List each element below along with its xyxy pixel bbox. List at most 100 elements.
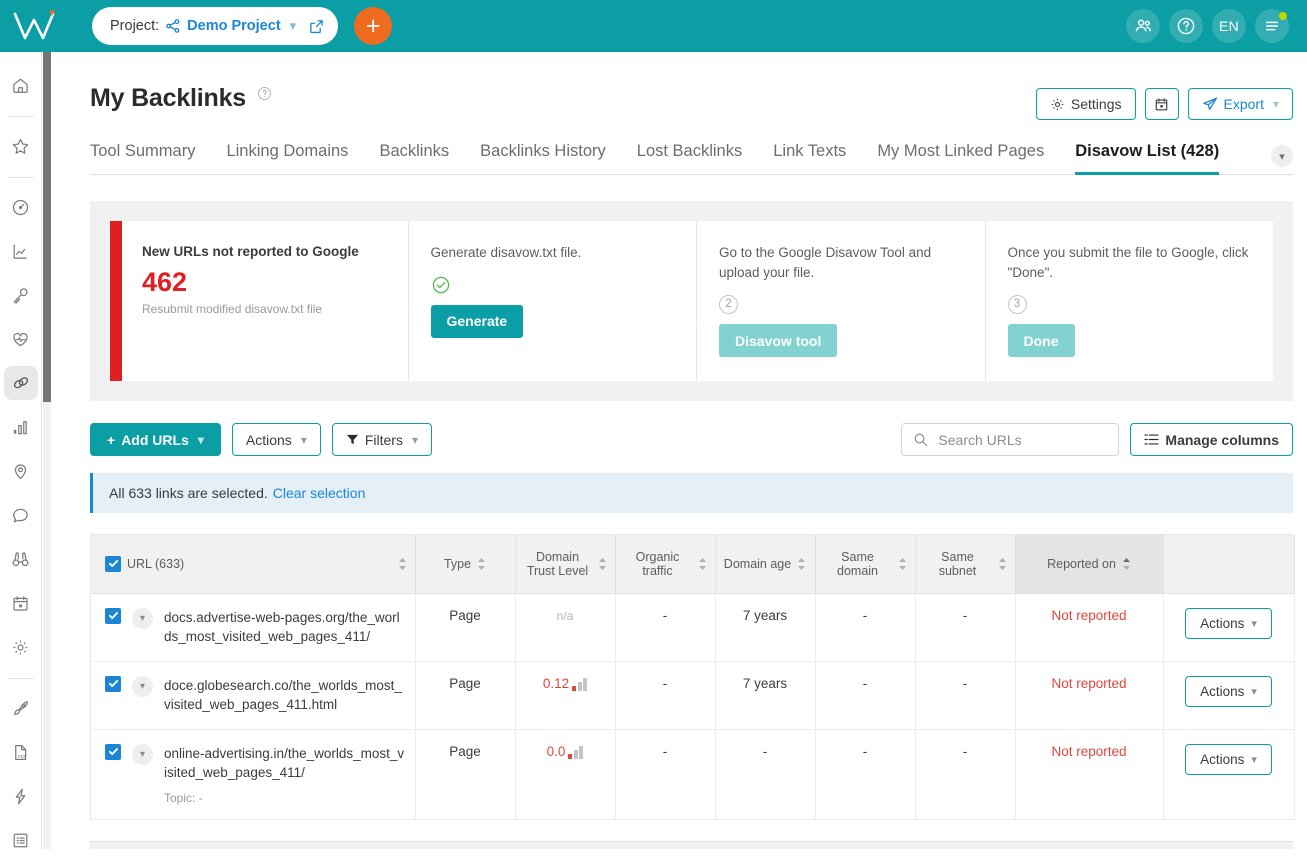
export-button[interactable]: Export ▾ xyxy=(1187,88,1293,120)
row-checkbox[interactable] xyxy=(105,675,121,692)
calendar-icon xyxy=(1154,97,1169,112)
sidebar-item-rank-tracking[interactable] xyxy=(4,234,38,268)
column-header-same-domain[interactable]: Same domain xyxy=(815,535,916,594)
column-header-url[interactable]: URL (633) xyxy=(91,535,416,594)
tabs-overflow-chevron-down-icon[interactable]: ▾ xyxy=(1271,145,1293,167)
table-row: ▾ docs.advertise-web-pages.org/the_world… xyxy=(91,593,1295,662)
row-actions-button[interactable]: Actions ▾ xyxy=(1185,675,1272,707)
sidebar-item-messages[interactable] xyxy=(4,498,38,532)
sidebar-item-tasks[interactable] xyxy=(4,823,38,857)
sidebar-item-settings[interactable] xyxy=(4,630,38,664)
column-header-organic-traffic[interactable]: Organic traffic xyxy=(615,535,716,594)
disavow-steps-panel: New URLs not reported to Google 462 Resu… xyxy=(90,201,1293,402)
cell-organic-traffic: - xyxy=(615,729,716,821)
tab-lost-backlinks[interactable]: Lost Backlinks xyxy=(637,142,742,174)
question-circle-icon[interactable] xyxy=(257,86,272,106)
sort-icon[interactable] xyxy=(898,557,907,571)
sort-icon[interactable] xyxy=(598,557,607,571)
chevron-down-icon: ▾ xyxy=(1251,685,1257,698)
project-selector[interactable]: Project: Demo Project ▾ xyxy=(92,7,339,45)
done-button[interactable]: Done xyxy=(1007,324,1075,358)
select-all-checkbox[interactable] xyxy=(105,555,121,572)
sidebar-item-dashboard[interactable] xyxy=(4,190,38,224)
tab-backlinks-history[interactable]: Backlinks History xyxy=(480,142,606,174)
sidebar-item-pdf-reports[interactable]: PDF xyxy=(4,735,38,769)
actions-dropdown-button[interactable]: Actions ▾ xyxy=(231,423,321,457)
search-icon xyxy=(913,432,928,447)
generate-button[interactable]: Generate xyxy=(430,304,524,338)
tab-my-most-linked-pages[interactable]: My Most Linked Pages xyxy=(877,142,1044,174)
add-urls-label: Add URLs xyxy=(121,431,189,448)
language-selector[interactable]: EN xyxy=(1212,9,1246,43)
sidebar-item-local-seo[interactable] xyxy=(4,454,38,488)
row-checkbox[interactable] xyxy=(105,743,121,760)
add-urls-button[interactable]: + Add URLs ▾ xyxy=(90,423,221,457)
cell-same-subnet: - xyxy=(915,729,1016,821)
main-content: My Backlinks Settings Export ▾ Tool Summ… xyxy=(51,52,1307,849)
tab-backlinks[interactable]: Backlinks xyxy=(379,142,449,174)
row-expand-chevron-down-icon[interactable]: ▾ xyxy=(132,743,153,765)
users-icon[interactable] xyxy=(1126,9,1160,43)
cell-organic-traffic: - xyxy=(615,661,716,730)
date-range-button[interactable] xyxy=(1144,88,1179,120)
column-header-domain-trust-level[interactable]: Domain Trust Level xyxy=(515,535,616,594)
tab-link-texts[interactable]: Link Texts xyxy=(773,142,846,174)
step-generate-file: Generate disavow.txt file. Generate xyxy=(409,221,697,382)
sort-icon[interactable] xyxy=(398,557,407,571)
column-header-reported-on[interactable]: Reported on xyxy=(1015,535,1164,594)
tab-disavow-list[interactable]: Disavow List (428) xyxy=(1075,142,1219,175)
row-expand-chevron-down-icon[interactable]: ▾ xyxy=(132,675,153,697)
sidebar-item-keywords[interactable] xyxy=(4,278,38,312)
disavow-table-wrapper: URL (633) Type Domain Trust Level Organi… xyxy=(90,534,1295,821)
paper-plane-icon xyxy=(1202,96,1218,112)
row-checkbox[interactable] xyxy=(105,607,121,624)
row-expand-chevron-down-icon[interactable]: ▾ xyxy=(132,607,153,629)
search-urls-box[interactable] xyxy=(901,423,1120,457)
column-header-type[interactable]: Type xyxy=(415,535,516,594)
status-badge: Not reported xyxy=(1051,607,1127,623)
filters-button[interactable]: Filters ▾ xyxy=(331,423,432,457)
external-link-icon[interactable] xyxy=(309,19,324,34)
tab-linking-domains[interactable]: Linking Domains xyxy=(226,142,348,174)
sidebar-item-automation[interactable] xyxy=(4,779,38,813)
hamburger-menu-icon[interactable] xyxy=(1255,9,1289,43)
clear-selection-link[interactable]: Clear selection xyxy=(273,485,366,501)
sort-icon-active[interactable] xyxy=(1122,557,1131,571)
wincher-logo-icon xyxy=(13,10,55,40)
add-new-button[interactable]: + xyxy=(354,7,393,45)
sort-icon[interactable] xyxy=(797,557,806,571)
column-header-label: Type xyxy=(443,556,472,571)
column-header-label: Domain age xyxy=(723,556,792,571)
row-actions-label: Actions xyxy=(1200,615,1245,631)
column-header-domain-age[interactable]: Domain age xyxy=(715,535,816,594)
sidebar-scrollbar-track[interactable] xyxy=(43,52,51,849)
sidebar-item-calendar[interactable] xyxy=(4,586,38,620)
tab-tool-summary[interactable]: Tool Summary xyxy=(90,142,195,174)
search-input[interactable] xyxy=(936,430,1108,449)
manage-columns-button[interactable]: Manage columns xyxy=(1130,423,1293,457)
sidebar-divider xyxy=(7,678,34,679)
sidebar-item-competitors[interactable] xyxy=(4,542,38,576)
sort-icon[interactable] xyxy=(477,557,486,571)
cell-domain-trust-level: 0.12 xyxy=(515,661,616,730)
sort-icon[interactable] xyxy=(998,557,1007,571)
sidebar-item-backlinks[interactable] xyxy=(3,366,38,400)
sidebar-divider xyxy=(7,177,34,178)
row-actions-button[interactable]: Actions ▾ xyxy=(1185,743,1272,775)
disavow-tool-button[interactable]: Disavow tool xyxy=(719,324,838,358)
sort-icon[interactable] xyxy=(698,557,707,571)
help-circle-icon[interactable] xyxy=(1169,9,1203,43)
column-header-label: Same domain xyxy=(837,549,878,578)
row-actions-button[interactable]: Actions ▾ xyxy=(1185,607,1272,639)
sidebar-item-favorites[interactable] xyxy=(4,129,38,163)
cell-type: Page xyxy=(415,593,516,662)
settings-button[interactable]: Settings xyxy=(1035,88,1136,120)
sidebar-item-site-health[interactable] xyxy=(4,322,38,356)
sidebar-item-analytics[interactable] xyxy=(4,410,38,444)
sidebar-scrollbar-thumb[interactable] xyxy=(43,52,51,402)
chevron-down-icon[interactable]: ▾ xyxy=(290,18,297,34)
column-header-same-subnet[interactable]: Same subnet xyxy=(915,535,1016,594)
sidebar-item-boost[interactable] xyxy=(4,691,38,725)
sidebar-item-home[interactable] xyxy=(4,68,38,102)
app-logo[interactable] xyxy=(0,0,72,52)
